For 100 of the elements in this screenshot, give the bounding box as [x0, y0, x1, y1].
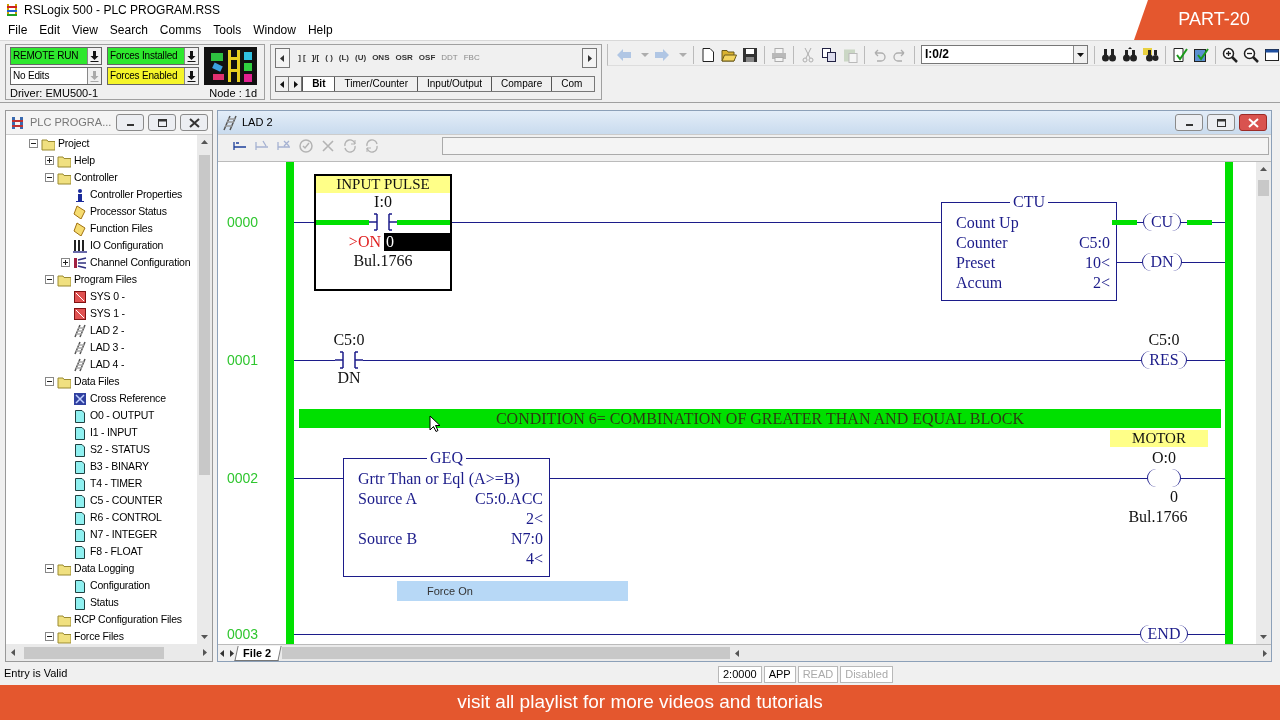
sheet-tab[interactable]: File 2	[234, 645, 282, 661]
copy-icon[interactable]	[821, 46, 837, 63]
scroll-thumb[interactable]	[1258, 180, 1269, 196]
zoom-in-icon[interactable]	[1222, 46, 1238, 63]
tree-item[interactable]: LAD 3 -	[89, 341, 125, 354]
scroll-thumb[interactable]	[282, 647, 731, 659]
minimize-button[interactable]	[1175, 114, 1203, 131]
tree-item[interactable]: Status	[89, 596, 119, 609]
arrow-left-icon[interactable]	[277, 79, 287, 89]
tree-item[interactable]: Data Logging	[73, 562, 135, 575]
scrollbar[interactable]	[1256, 162, 1271, 644]
expander-icon[interactable]	[45, 173, 54, 182]
binoculars-icon[interactable]	[1101, 46, 1117, 63]
scrollbar[interactable]	[6, 644, 212, 661]
tree-item[interactable]: IO Configuration	[89, 239, 164, 252]
status-field[interactable]: Forces Enabled	[107, 67, 199, 85]
scroll-left-button[interactable]	[275, 48, 291, 68]
tree-item[interactable]: Channel Configuration	[89, 256, 191, 269]
tree-item[interactable]: Project	[57, 137, 90, 150]
tree-item[interactable]: I1 - INPUT	[89, 426, 138, 439]
download-arrow-icon[interactable]	[187, 50, 196, 62]
tree-item[interactable]: RCP Configuration Files	[73, 613, 182, 626]
caret-icon[interactable]	[1076, 50, 1085, 59]
status-field[interactable]: Forces Installed	[107, 47, 199, 65]
close-button[interactable]	[1239, 114, 1267, 131]
scroll-thumb[interactable]	[199, 154, 210, 475]
download-arrow-icon[interactable]	[187, 70, 196, 82]
download-arrow-icon[interactable]	[90, 50, 99, 62]
verify-icon[interactable]	[1193, 46, 1209, 63]
tree-item[interactable]: Cross Reference	[89, 392, 166, 405]
expander-icon[interactable]	[45, 156, 54, 165]
scroll-right-button[interactable]	[582, 48, 597, 68]
tree-item[interactable]: R6 - CONTROL	[89, 511, 162, 524]
minimize-button[interactable]	[116, 114, 144, 131]
save-icon[interactable]	[742, 46, 758, 63]
menu-item[interactable]: Window	[247, 22, 302, 38]
tree-item[interactable]: C5 - COUNTER	[89, 494, 163, 507]
tree-item[interactable]: N7 - INTEGER	[89, 528, 158, 541]
palette-tab[interactable]: Bit	[302, 77, 335, 91]
instruction-button[interactable]: ] [	[298, 53, 306, 63]
restore-icon[interactable]	[1214, 117, 1228, 128]
menu-item[interactable]: Search	[103, 22, 154, 38]
tree-item[interactable]: Configuration	[89, 579, 150, 592]
tree-item[interactable]: LAD 2 -	[89, 324, 125, 337]
tree-item[interactable]: SYS 1 -	[89, 307, 125, 320]
tree-item[interactable]: Program Files	[73, 273, 137, 286]
scroll-arrow-icon[interactable]	[200, 138, 209, 147]
menu-item[interactable]: File	[2, 22, 34, 38]
tree-item[interactable]: Processor Status	[89, 205, 167, 218]
restore-button[interactable]	[1207, 114, 1235, 131]
status-field[interactable]: No Edits	[10, 67, 102, 85]
tree-item[interactable]: Controller	[73, 171, 118, 184]
binoculars-icon[interactable]	[1122, 46, 1138, 63]
menu-item[interactable]: View	[66, 22, 104, 38]
tree-item[interactable]: Force Files	[73, 630, 124, 643]
scroll-thumb[interactable]	[24, 646, 164, 659]
scrollbar[interactable]	[280, 645, 1271, 661]
tree-item[interactable]: Help	[73, 154, 95, 167]
menu-item[interactable]: Tools	[207, 22, 248, 38]
scroll-arrow-icon[interactable]	[1259, 165, 1268, 174]
instruction-button[interactable]: (U)	[355, 53, 367, 63]
status-field[interactable]: REMOTE RUN	[10, 47, 102, 65]
instruction-button[interactable]: OSR	[395, 53, 413, 63]
instruction-button[interactable]: (L)	[338, 53, 350, 63]
tree-item[interactable]: B3 - BINARY	[89, 460, 149, 473]
expander-icon[interactable]	[45, 564, 54, 573]
expander-icon[interactable]	[45, 377, 54, 386]
input-field[interactable]	[442, 137, 1269, 155]
tree-item[interactable]: O0 - OUTPUT	[89, 409, 155, 422]
instruction-button[interactable]: ]/[	[311, 53, 320, 63]
tree-item[interactable]: SYS 0 -	[89, 290, 125, 303]
scroll-arrow-icon[interactable]	[9, 648, 18, 657]
window-icon[interactable]	[1264, 46, 1280, 63]
close-icon[interactable]	[187, 117, 201, 128]
expander-icon[interactable]	[45, 632, 54, 641]
address-combo[interactable]: I:0/2	[921, 45, 1088, 64]
menu-item[interactable]: Edit	[33, 22, 67, 38]
new-file-icon[interactable]	[700, 46, 716, 63]
expander-icon[interactable]	[61, 258, 70, 267]
expander-icon[interactable]	[45, 275, 54, 284]
binoculars-icon[interactable]	[1143, 46, 1159, 63]
tree-item[interactable]: Data Files	[73, 375, 120, 388]
tree-item[interactable]: LAD 4 -	[89, 358, 125, 371]
arrow-right-icon[interactable]	[585, 53, 594, 63]
tree-item[interactable]: T4 - TIMER	[89, 477, 143, 490]
instruction-button[interactable]: ONS	[372, 53, 390, 63]
restore-button[interactable]	[148, 114, 176, 131]
tree-item[interactable]: Controller Properties	[89, 188, 183, 201]
tree-item[interactable]: F8 - FLOAT	[89, 545, 143, 558]
scrollbar[interactable]	[197, 135, 212, 644]
tree-item[interactable]: S2 - STATUS	[89, 443, 150, 456]
instruction-button[interactable]: OSF	[418, 53, 436, 63]
menu-item[interactable]: Comms	[153, 22, 208, 38]
instruction-button[interactable]: ( )	[325, 53, 333, 63]
tree-item[interactable]: Function Files	[89, 222, 153, 235]
menu-item[interactable]: Help	[301, 22, 339, 38]
verify-icon[interactable]	[1172, 46, 1188, 63]
expander-icon[interactable]	[29, 139, 38, 148]
restore-icon[interactable]	[155, 117, 169, 128]
close-button[interactable]	[180, 114, 208, 131]
